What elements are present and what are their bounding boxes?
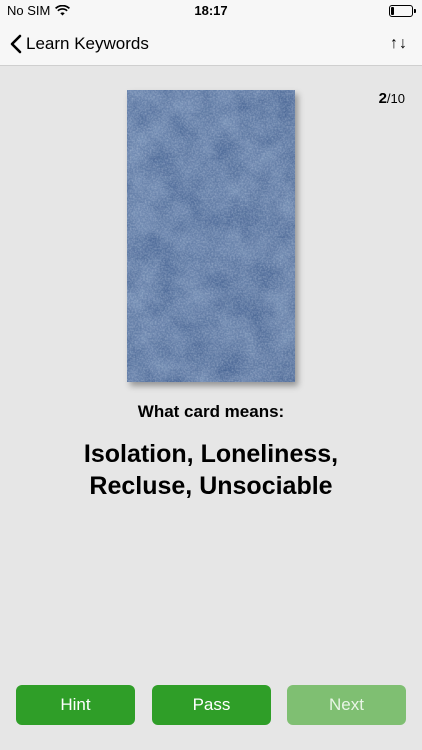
- tarot-card-back[interactable]: [127, 90, 295, 382]
- card-meaning: Isolation, Loneliness, Recluse, Unsociab…: [20, 438, 402, 502]
- meaning-line-2: Recluse, Unsociable: [89, 472, 333, 500]
- prompt-label: What card means:: [137, 402, 285, 421]
- status-time: 18:17: [194, 3, 228, 18]
- counter-total: /10: [386, 91, 405, 106]
- battery-cap: [414, 9, 416, 13]
- counter-current: 2: [378, 90, 387, 107]
- pass-button[interactable]: Pass: [152, 685, 271, 725]
- sort-arrows-icon: ↑↓: [390, 35, 408, 52]
- battery-icon: [389, 5, 416, 17]
- card-counter: 2/10: [379, 90, 405, 107]
- hint-button[interactable]: Hint: [16, 685, 135, 725]
- chevron-left-icon: [10, 34, 22, 54]
- nav-bar: Learn Keywords ↑↓: [0, 22, 422, 66]
- card-texture-image: [127, 90, 295, 382]
- battery-fill: [391, 7, 394, 15]
- status-bar: No SIM 18:17: [0, 0, 422, 22]
- meaning-line-1: Isolation, Loneliness,: [83, 440, 339, 468]
- back-button[interactable]: Learn Keywords: [10, 22, 149, 66]
- nav-title: Learn Keywords: [26, 34, 149, 53]
- next-button[interactable]: Next: [287, 685, 406, 725]
- sort-button[interactable]: ↑↓: [390, 22, 408, 66]
